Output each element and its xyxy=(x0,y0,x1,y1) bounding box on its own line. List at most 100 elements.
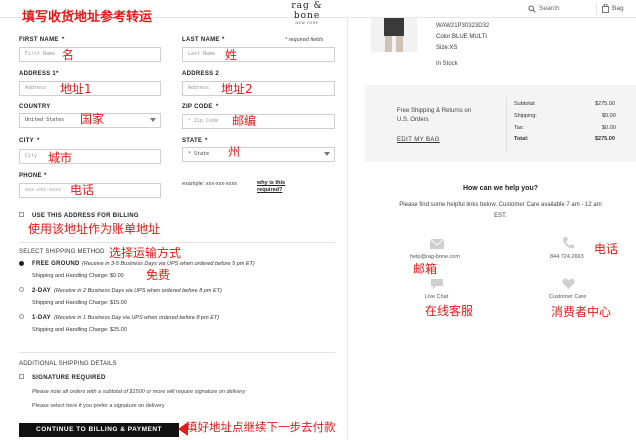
zip-field[interactable]: * Zip Code xyxy=(182,114,335,129)
product-photo-icon xyxy=(384,18,404,52)
zip-asterisk: * xyxy=(216,104,219,110)
use-billing-label[interactable]: USE THIS ADDRESS FOR BILLING xyxy=(32,212,139,220)
annotation-title: 填写收货地址参考转运 xyxy=(22,10,153,25)
shipping-free-name[interactable]: FREE GROUND xyxy=(32,260,80,268)
shipping-label: Shipping: xyxy=(514,113,537,119)
bag-button[interactable]: Bag xyxy=(596,3,634,15)
state-select[interactable]: * State xyxy=(182,147,335,162)
live-chat-link[interactable]: Live Chat xyxy=(425,293,448,301)
free-shipping-line1: Free Shipping & Returns on xyxy=(397,108,472,114)
address2-placeholder: Address xyxy=(188,85,210,91)
help-email[interactable]: help@rag-bone.com xyxy=(410,253,460,261)
brand-logo[interactable]: rag & bone NEW YORK xyxy=(277,1,337,25)
address1-label: ADDRESS 1 xyxy=(19,71,57,77)
annotation-free: 免费 xyxy=(146,268,171,282)
additional-shipping-title: ADDITIONAL SHIPPING DETAILS xyxy=(19,361,117,367)
shipping-free-radio[interactable] xyxy=(19,261,24,266)
shipping-1day-name[interactable]: 1-DAY xyxy=(32,314,51,322)
brand-name: rag & bone xyxy=(291,1,323,21)
last-name-placeholder: Last Name xyxy=(188,51,216,57)
heart-icon[interactable] xyxy=(562,278,575,290)
subtotal-label: Subtotal: xyxy=(514,101,536,107)
annotation-phone: 电话 xyxy=(70,183,95,197)
header-search[interactable]: Search xyxy=(526,4,576,15)
state-value: * State xyxy=(188,151,210,157)
city-placeholder: City xyxy=(25,153,38,159)
country-value: United States xyxy=(25,117,65,123)
search-input[interactable]: Search xyxy=(539,5,560,12)
tax-label: Tax: xyxy=(514,125,525,131)
last-name-label: LAST NAME xyxy=(182,37,220,43)
last-name-field[interactable]: Last Name xyxy=(182,47,335,62)
shipping-1day-desc: (Receive in 1 Business Day via UPS when … xyxy=(54,315,220,321)
annotation-address1: 地址1 xyxy=(60,82,92,96)
annotation-customer-care: 消费者中心 xyxy=(551,305,612,319)
shipping-2day-desc: (Receive in 2 Business Days via UPS when… xyxy=(54,288,222,294)
state-label: STATE xyxy=(182,138,203,144)
phone-icon[interactable] xyxy=(562,236,574,250)
phone-label: PHONE xyxy=(19,173,42,179)
phone-asterisk: * xyxy=(44,173,47,179)
total-label: Total: xyxy=(514,136,529,142)
annotation-continue: 填好地址点继续下一步去付款 xyxy=(186,420,336,434)
zip-label: ZIP CODE xyxy=(182,104,213,110)
country-label: COUNTRY xyxy=(19,104,51,110)
annotation-email: 邮箱 xyxy=(413,262,438,276)
signature-checkbox[interactable] xyxy=(19,374,24,379)
shipping-1day-radio[interactable] xyxy=(19,314,24,319)
first-name-field[interactable]: First Name xyxy=(19,47,161,62)
required-note: * required fields xyxy=(285,37,324,43)
chat-icon[interactable] xyxy=(430,278,444,290)
product-image[interactable] xyxy=(371,18,417,52)
annotation-shipping-method: 选择运输方式 xyxy=(109,246,182,260)
signature-select-note: Please select here if you prefer a signa… xyxy=(32,403,165,409)
city-field[interactable]: City xyxy=(19,149,161,164)
address1-asterisk: * xyxy=(56,71,59,77)
phone-example: example: xxx-xxx-xxxx xyxy=(182,181,238,187)
help-subtitle: Please find some helpful links below. Cu… xyxy=(399,202,602,208)
annotation-billing: 使用该地址作为账单地址 xyxy=(28,222,161,236)
shipping-value: $0.00 xyxy=(602,113,616,119)
first-name-placeholder: First Name xyxy=(25,51,56,57)
product-size: Size:XS xyxy=(436,45,458,51)
why-required-link[interactable]: why is this required? xyxy=(257,180,307,194)
continue-button-label: CONTINUE TO BILLING & PAYMENT xyxy=(36,426,162,433)
signature-label[interactable]: SIGNATURE REQUIRED xyxy=(32,374,106,382)
city-asterisk: * xyxy=(37,138,40,144)
use-billing-checkbox[interactable] xyxy=(19,212,24,217)
annotation-country: 国家 xyxy=(80,112,105,126)
address2-label: ADDRESS 2 xyxy=(182,71,220,77)
shipping-divider-top xyxy=(19,242,335,243)
address2-field[interactable]: Address xyxy=(182,81,335,96)
annotation-state: 州 xyxy=(228,145,241,159)
total-value: $275.00 xyxy=(595,136,615,142)
annotation-phone-right: 电话 xyxy=(594,242,619,256)
chevron-down-icon xyxy=(150,118,156,122)
annotation-address2: 地址2 xyxy=(221,82,253,96)
first-name-label: FIRST NAME xyxy=(19,37,59,43)
shipping-free-charge: Shipping and Handling Charge: $0.00 xyxy=(32,273,124,279)
product-color: Color:BLUE MULTI xyxy=(436,34,487,40)
first-name-asterisk: * xyxy=(62,37,65,43)
customer-care-link[interactable]: Customer Care xyxy=(549,293,586,301)
annotation-zip: 邮编 xyxy=(232,114,257,128)
shipping-1day-charge: Shipping and Handling Charge: $25.00 xyxy=(32,327,127,333)
free-shipping-line2: U.S. Orders xyxy=(397,117,429,123)
continue-button[interactable]: CONTINUE TO BILLING & PAYMENT xyxy=(19,423,179,437)
edit-bag-link[interactable]: EDIT MY BAG xyxy=(397,136,440,144)
shipping-2day-name[interactable]: 2-DAY xyxy=(32,287,51,295)
chevron-down-icon xyxy=(324,152,330,156)
last-name-asterisk: * xyxy=(222,37,225,43)
search-icon xyxy=(528,5,536,13)
help-phone[interactable]: 844.724.2663 xyxy=(550,253,584,261)
shipping-2day-charge: Shipping and Handling Charge: $15.00 xyxy=(32,300,127,306)
shipping-2day-radio[interactable] xyxy=(19,287,24,292)
subtotal-value: $275.00 xyxy=(595,101,615,107)
annotation-first-name: 名 xyxy=(62,48,75,62)
additional-divider xyxy=(19,352,335,353)
city-label: CITY xyxy=(19,138,34,144)
help-title: How can we help you? xyxy=(462,185,539,192)
zip-placeholder: * Zip Code xyxy=(188,118,219,124)
envelope-icon[interactable] xyxy=(430,239,444,249)
tax-value: $0.00 xyxy=(602,125,616,131)
